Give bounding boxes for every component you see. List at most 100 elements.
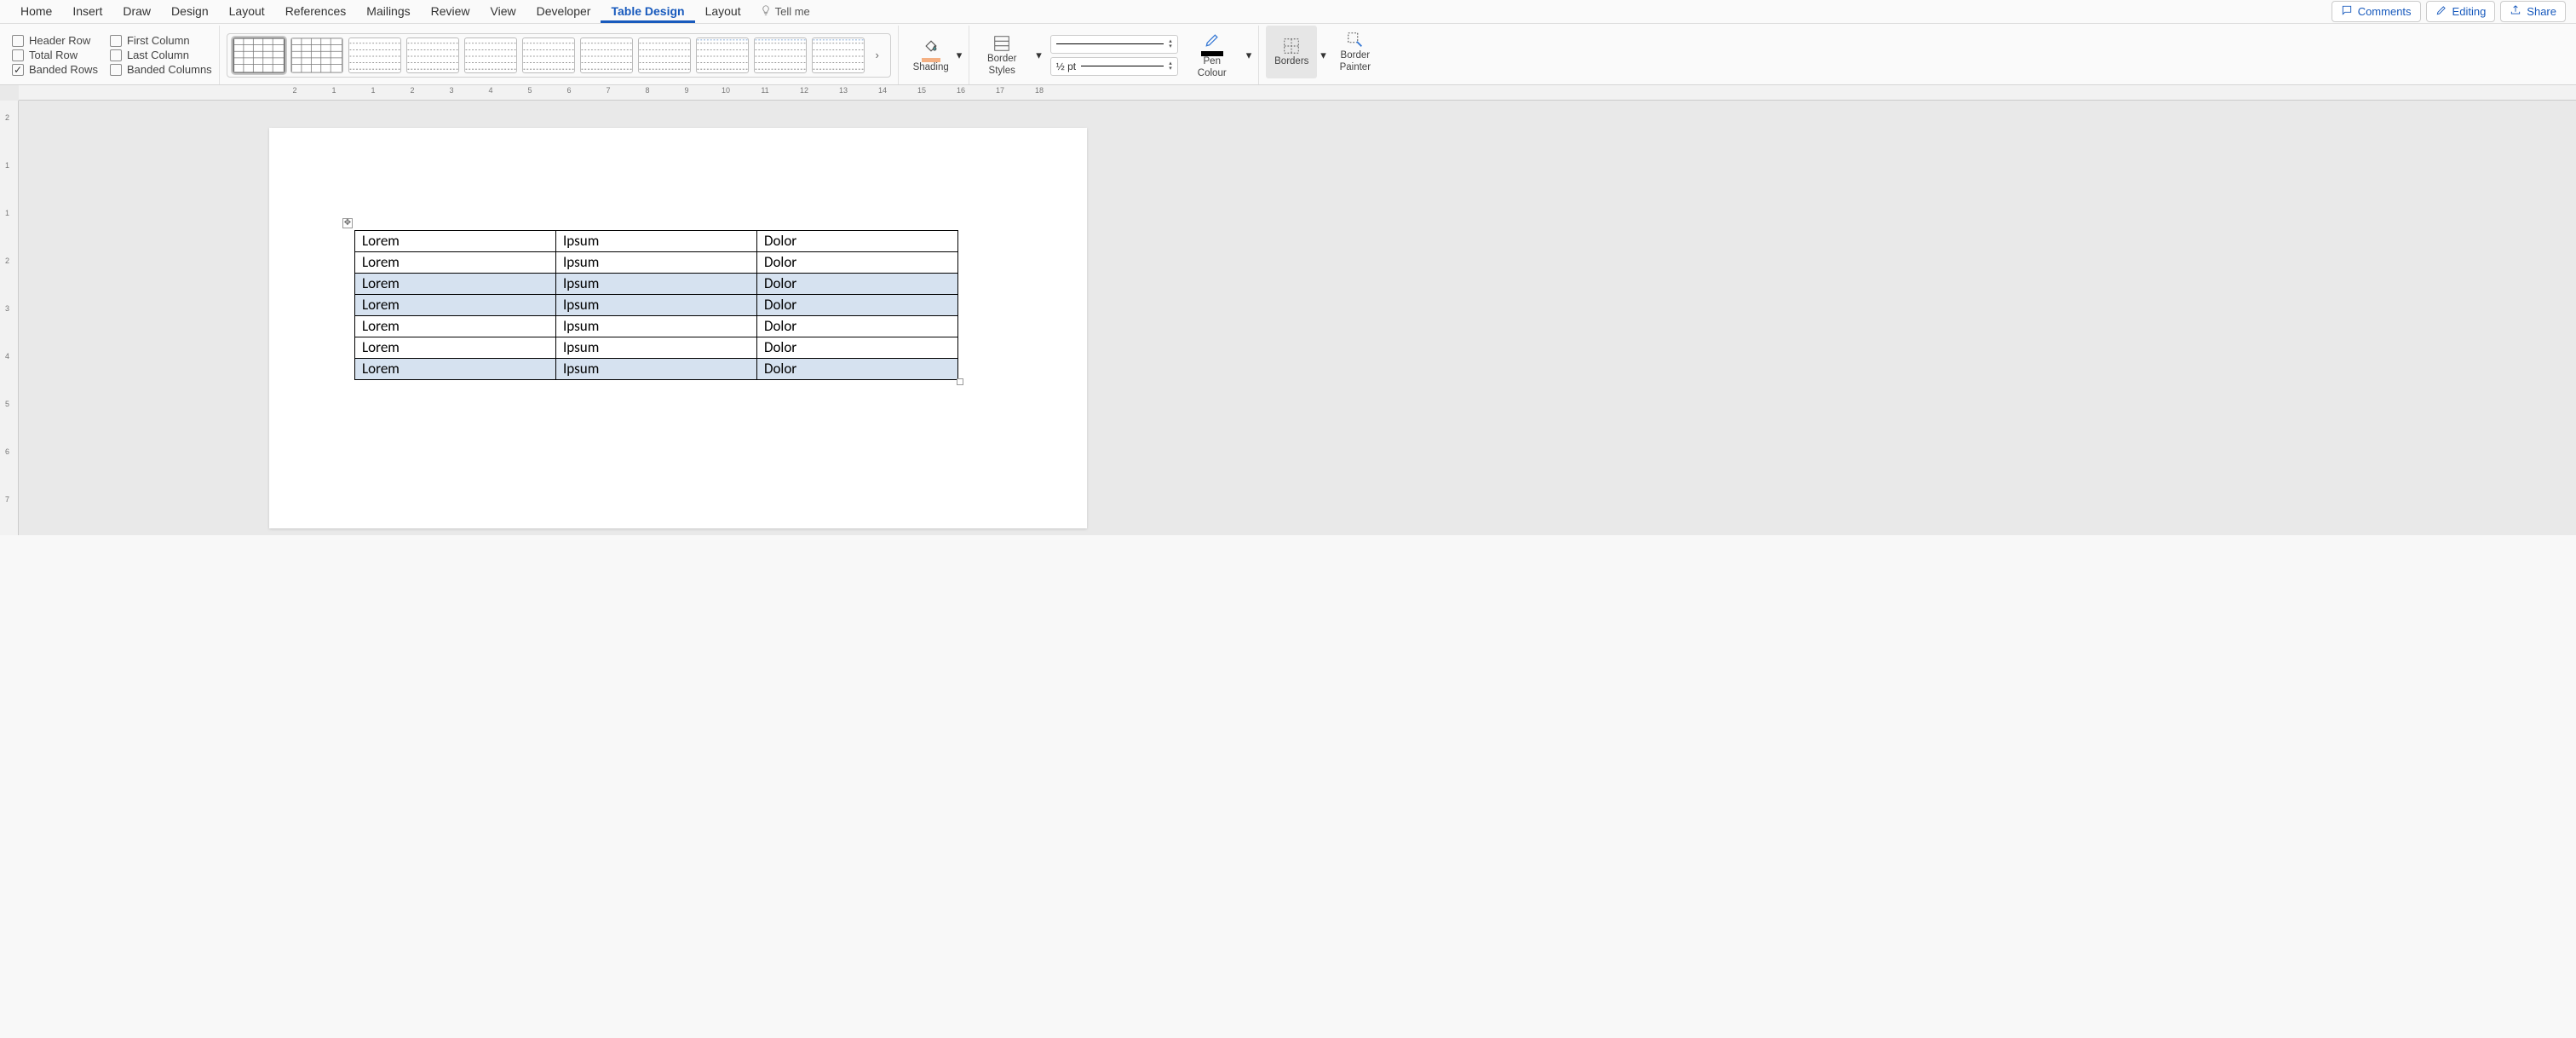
tab-review[interactable]: Review bbox=[421, 1, 480, 23]
table-row[interactable]: LoremIpsumDolor bbox=[355, 337, 958, 359]
ruler-number: 7 bbox=[5, 495, 9, 504]
ruler-number: 2 bbox=[410, 86, 414, 95]
checkbox-box bbox=[12, 35, 24, 47]
table-row[interactable]: LoremIpsumDolor bbox=[355, 231, 958, 252]
table-row[interactable]: LoremIpsumDolor bbox=[355, 252, 958, 274]
border-styles-button[interactable]: Border Styles bbox=[976, 29, 1027, 82]
table-style-thumb-2[interactable] bbox=[290, 37, 343, 73]
table-cell[interactable]: Dolor bbox=[757, 252, 958, 274]
tab-view[interactable]: View bbox=[480, 1, 526, 23]
table-cell[interactable]: Dolor bbox=[757, 359, 958, 380]
table-styles-more-button[interactable]: › bbox=[870, 37, 885, 73]
vertical-ruler[interactable]: 211234567 bbox=[0, 101, 19, 535]
table-cell[interactable]: Lorem bbox=[355, 295, 556, 316]
table-cell[interactable]: Dolor bbox=[757, 231, 958, 252]
table-cell[interactable]: Lorem bbox=[355, 359, 556, 380]
ruler-number: 11 bbox=[761, 86, 768, 95]
checkbox-total-row[interactable]: Total Row bbox=[12, 49, 98, 61]
tab-developer[interactable]: Developer bbox=[526, 1, 601, 23]
table-cell[interactable]: Lorem bbox=[355, 252, 556, 274]
table-row[interactable]: LoremIpsumDolor bbox=[355, 274, 958, 295]
table-cell[interactable]: Ipsum bbox=[556, 316, 757, 337]
border-painter-button[interactable]: Border Painter bbox=[1330, 26, 1381, 78]
ruler-number: 8 bbox=[645, 86, 649, 95]
table-style-thumb-3[interactable] bbox=[348, 37, 401, 73]
table-cell[interactable]: Ipsum bbox=[556, 295, 757, 316]
borders-group: Borders ▾ Border Painter bbox=[1259, 26, 1388, 84]
checkbox-banded-rows[interactable]: ✓ Banded Rows bbox=[12, 63, 98, 76]
table-cell[interactable]: Dolor bbox=[757, 337, 958, 359]
table-cell[interactable]: Ipsum bbox=[556, 274, 757, 295]
table-style-thumb-5[interactable] bbox=[464, 37, 517, 73]
checkbox-header-row[interactable]: Header Row bbox=[12, 34, 98, 47]
checkbox-first-column[interactable]: First Column bbox=[110, 34, 212, 47]
page[interactable]: ✥ LoremIpsumDolorLoremIpsumDolorLoremIps… bbox=[269, 128, 1087, 528]
tab-design[interactable]: Design bbox=[161, 1, 219, 23]
shading-button[interactable]: Shading bbox=[906, 29, 957, 82]
ruler-number: 2 bbox=[5, 257, 9, 265]
table-cell[interactable]: Ipsum bbox=[556, 231, 757, 252]
tab-layout[interactable]: Layout bbox=[219, 1, 275, 23]
share-button[interactable]: Share bbox=[2500, 1, 2566, 22]
comment-icon bbox=[2341, 4, 2353, 19]
table-cell[interactable]: Lorem bbox=[355, 274, 556, 295]
table-row[interactable]: LoremIpsumDolor bbox=[355, 295, 958, 316]
pen-colour-button[interactable]: Pen Colour bbox=[1187, 29, 1238, 82]
ruler-number: 3 bbox=[449, 86, 453, 95]
tab-layout-2[interactable]: Layout bbox=[695, 1, 751, 23]
tab-home[interactable]: Home bbox=[10, 1, 62, 23]
chevron-down-icon[interactable]: ▾ bbox=[1320, 49, 1326, 62]
table-cell[interactable]: Dolor bbox=[757, 274, 958, 295]
ruler-number: 4 bbox=[488, 86, 492, 95]
ruler-number: 10 bbox=[722, 86, 730, 95]
chevron-down-icon[interactable]: ▾ bbox=[957, 49, 963, 62]
pencil-icon bbox=[2435, 4, 2447, 19]
table-style-thumb-8[interactable] bbox=[638, 37, 691, 73]
table-cell[interactable]: Lorem bbox=[355, 231, 556, 252]
table-cell[interactable]: Ipsum bbox=[556, 252, 757, 274]
table-cell[interactable]: Lorem bbox=[355, 337, 556, 359]
borders-button[interactable]: Borders bbox=[1266, 26, 1317, 78]
lightbulb-icon bbox=[760, 4, 772, 19]
tab-mailings[interactable]: Mailings bbox=[356, 1, 420, 23]
checkbox-label: Header Row bbox=[29, 34, 90, 47]
table-style-thumb-6[interactable] bbox=[522, 37, 575, 73]
table-row[interactable]: LoremIpsumDolor bbox=[355, 316, 958, 337]
checkbox-last-column[interactable]: Last Column bbox=[110, 49, 212, 61]
border-painter-label: Border Painter bbox=[1340, 50, 1371, 74]
table-move-handle[interactable]: ✥ bbox=[342, 218, 353, 228]
ruler-area: 21123456789101112131415161718 211234567 … bbox=[0, 85, 2576, 535]
table-cell[interactable]: Dolor bbox=[757, 295, 958, 316]
borders-icon bbox=[1279, 36, 1303, 56]
tab-table-design[interactable]: Table Design bbox=[601, 1, 694, 23]
chevron-down-icon[interactable]: ▾ bbox=[1036, 49, 1042, 62]
document-table[interactable]: LoremIpsumDolorLoremIpsumDolorLoremIpsum… bbox=[354, 230, 958, 380]
horizontal-ruler[interactable]: 21123456789101112131415161718 bbox=[19, 85, 2576, 101]
ruler-number: 2 bbox=[5, 113, 9, 122]
table-cell[interactable]: Ipsum bbox=[556, 337, 757, 359]
checkbox-box bbox=[110, 64, 122, 76]
line-style-selector[interactable]: ▴▾ bbox=[1050, 35, 1178, 54]
table-row[interactable]: LoremIpsumDolor bbox=[355, 359, 958, 380]
checkbox-banded-columns[interactable]: Banded Columns bbox=[110, 63, 212, 76]
tell-me-search[interactable]: Tell me bbox=[751, 1, 819, 22]
table-cell[interactable]: Ipsum bbox=[556, 359, 757, 380]
table-style-thumb-10[interactable] bbox=[754, 37, 807, 73]
editing-mode-button[interactable]: Editing bbox=[2426, 1, 2496, 22]
table-style-thumb-7[interactable] bbox=[580, 37, 633, 73]
table-resize-handle[interactable] bbox=[957, 378, 963, 385]
chevron-down-icon[interactable]: ▾ bbox=[1246, 49, 1252, 62]
table-cell[interactable]: Dolor bbox=[757, 316, 958, 337]
tab-draw[interactable]: Draw bbox=[112, 1, 161, 23]
table-style-thumb-4[interactable] bbox=[406, 37, 459, 73]
table-style-thumb-1[interactable] bbox=[233, 37, 285, 73]
table-cell[interactable]: Lorem bbox=[355, 316, 556, 337]
line-weight-selector[interactable]: ½ pt ▴▾ bbox=[1050, 57, 1178, 76]
tab-insert[interactable]: Insert bbox=[62, 1, 112, 23]
ruler-number: 14 bbox=[878, 86, 887, 95]
comments-button[interactable]: Comments bbox=[2332, 1, 2421, 22]
tab-references[interactable]: References bbox=[275, 1, 357, 23]
table-style-thumb-11[interactable] bbox=[812, 37, 865, 73]
ruler-number: 6 bbox=[566, 86, 571, 95]
table-style-thumb-9[interactable] bbox=[696, 37, 749, 73]
